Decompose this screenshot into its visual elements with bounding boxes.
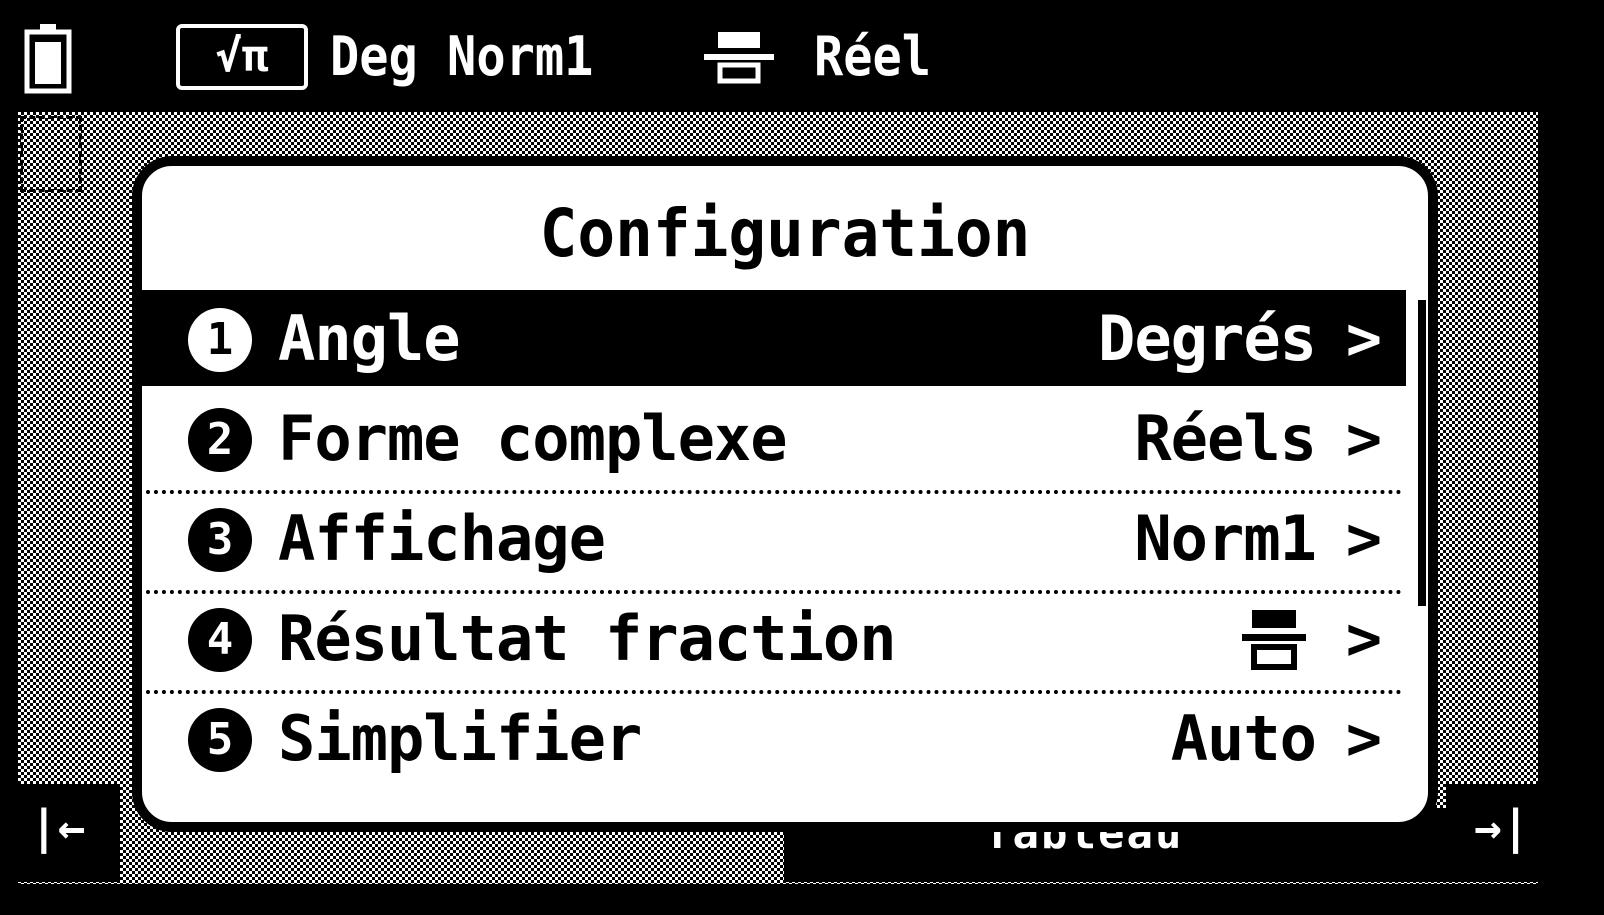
scrollbar[interactable] (1418, 300, 1426, 606)
exact-mode-indicator: √π (176, 24, 308, 90)
item-number: 2 (188, 408, 252, 472)
item-value: Auto (1170, 702, 1317, 775)
item-number: 3 (188, 508, 252, 572)
item-label: Angle (278, 302, 461, 375)
chevron-right-icon: > (1345, 304, 1382, 374)
item-label: Forme complexe (278, 402, 788, 475)
status-bar: √π Deg Norm1 Réel (14, 12, 1588, 104)
item-value: Norm1 (1134, 502, 1317, 575)
nav-left-button[interactable]: |← (14, 784, 120, 882)
calculator-screen: √π Deg Norm1 Réel |← →| Calcul Tableau C… (0, 0, 1604, 915)
chevron-right-icon: > (1345, 504, 1382, 574)
menu-item-affichage[interactable]: 3 Affichage Norm1 > (142, 490, 1406, 586)
nav-right-icon: →| (1474, 800, 1530, 854)
chevron-right-icon: > (1345, 404, 1382, 474)
display-mode-status: Norm1 (447, 25, 594, 88)
angle-mode-status: Deg (330, 25, 418, 88)
item-value: Réels (1134, 402, 1317, 475)
configuration-dialog: Configuration 1 Angle Degrés > 2 Forme c… (132, 156, 1438, 832)
item-number: 1 (188, 308, 252, 372)
menu-item-forme-complexe[interactable]: 2 Forme complexe Réels > (142, 390, 1406, 486)
fraction-format-icon (704, 32, 774, 84)
dialog-title: Configuration (539, 195, 1031, 272)
item-value: Degrés (1098, 302, 1317, 375)
chevron-right-icon: > (1345, 604, 1382, 674)
chevron-right-icon: > (1345, 704, 1382, 774)
cursor-box (20, 116, 82, 192)
nav-right-button[interactable]: →| (1446, 784, 1588, 882)
item-label: Résultat fraction (278, 602, 897, 675)
nav-left-icon: |← (30, 800, 86, 854)
menu-item-angle[interactable]: 1 Angle Degrés > (142, 290, 1406, 386)
screen-area: √π Deg Norm1 Réel |← →| Calcul Tableau C… (14, 12, 1588, 901)
complex-mode-status: Réel (814, 25, 932, 88)
fraction-format-icon (1242, 610, 1306, 670)
battery-icon (24, 24, 72, 94)
item-number: 5 (188, 708, 252, 772)
angle-display-status: Deg Norm1 (330, 24, 593, 90)
item-label: Affichage (278, 502, 606, 575)
menu-item-resultat-fraction[interactable]: 4 Résultat fraction > (142, 590, 1406, 686)
item-number: 4 (188, 608, 252, 672)
menu-item-simplifier[interactable]: 5 Simplifier Auto > (142, 690, 1406, 786)
item-label: Simplifier (278, 702, 642, 775)
